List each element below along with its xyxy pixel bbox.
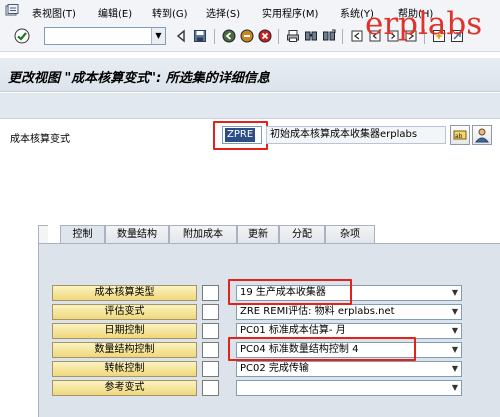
enter-check-icon[interactable] [14,28,30,44]
user-info-button[interactable] [472,125,492,145]
date-control-detail-icon[interactable] [202,323,219,339]
chevron-down-icon: ▼ [451,307,458,316]
date-control-button[interactable]: 日期控制 [52,323,197,339]
cancel-icon[interactable] [258,29,272,43]
tab-quantity-structure[interactable]: 数量结构 [105,225,169,243]
menu-goto[interactable]: 转到(G) [152,5,188,20]
title-bar: 更改视图 "成本核算变式": 所选集的详细信息 [0,58,500,92]
chevron-down-icon: ▼ [451,345,458,354]
valuation-variant-button[interactable]: 评估变式 [52,304,197,320]
menu-select[interactable]: 选择(S) [206,5,240,20]
toolbar-separator [342,29,343,44]
costing-variant-label: 成本核算变式 [10,134,70,145]
chevron-down-icon: ▼ [451,383,458,392]
tab-strip-edge [38,225,48,244]
costing-type-button[interactable]: 成本核算类型 [52,285,197,301]
reference-variant-button[interactable]: 参考变式 [52,380,197,396]
transfer-control-button[interactable]: 转帐控制 [52,361,197,377]
valuation-variant-detail-icon[interactable] [202,304,219,320]
qty-structure-highlight-box [228,337,416,361]
command-field[interactable]: ▼ [44,27,166,45]
menu-utilities[interactable]: 实用程序(M) [262,5,318,20]
costing-type-detail-icon[interactable] [202,285,219,301]
person-icon [474,128,490,143]
chevron-down-icon: ▼ [451,326,458,335]
system-menu-icon[interactable] [5,4,19,18]
reference-variant-detail-icon[interactable] [202,380,219,396]
menu-edit[interactable]: 编辑(E) [98,5,132,20]
qty-structure-control-detail-icon[interactable] [202,342,219,358]
toolbar-separator [214,29,215,44]
back-icon[interactable] [222,29,236,43]
page-title: 更改视图 "成本核算变式": 所选集的详细信息 [8,71,270,86]
command-dropdown-icon[interactable]: ▼ [151,28,165,44]
svg-text:ab: ab [455,133,463,140]
tab-control[interactable]: 控制 [60,225,105,244]
reference-variant-select[interactable]: ▼ [236,380,462,396]
tab-misc[interactable]: 杂项 [325,225,375,243]
print-icon[interactable] [286,29,300,43]
transfer-control-value: PC02 完成传输 [240,363,309,374]
save-icon[interactable] [193,29,207,43]
costing-variant-description: 初始成本核算成本收集器erplabs [266,126,446,144]
tab-assignment[interactable]: 分配 [279,225,325,243]
back-triangle-icon[interactable] [174,29,188,43]
find-icon[interactable] [304,29,318,43]
first-page-icon[interactable] [350,29,364,43]
costing-variant-key-field[interactable]: ZPRE [222,126,262,144]
find-next-icon[interactable] [322,29,336,43]
valuation-variant-select[interactable]: ZRE REMI评估: 物料 erplabs.net ▼ [236,304,462,320]
transfer-control-detail-icon[interactable] [202,361,219,377]
transfer-control-select[interactable]: PC02 完成传输 ▼ [236,361,462,377]
menu-table-view[interactable]: 表视图(T) [32,5,76,20]
costing-type-highlight-box [228,279,352,305]
application-toolbar [0,93,500,119]
date-control-value: PC01 标准成本估算- 月 [240,325,346,336]
exit-icon[interactable] [240,29,254,43]
valuation-variant-value: ZRE REMI评估: 物料 erplabs.net [240,306,395,317]
chevron-down-icon: ▼ [451,288,458,297]
tab-additives[interactable]: 附加成本 [169,225,237,243]
tab-update[interactable]: 更新 [237,225,279,243]
text-edit-icon: ab [453,130,467,140]
text-maintain-button[interactable]: ab [450,125,470,145]
toolbar-separator [278,29,279,44]
qty-structure-control-button[interactable]: 数量结构控制 [52,342,197,358]
costing-variant-key: ZPRE [225,128,256,142]
chevron-down-icon: ▼ [451,364,458,373]
erplabs-watermark: erplabs [365,6,483,42]
